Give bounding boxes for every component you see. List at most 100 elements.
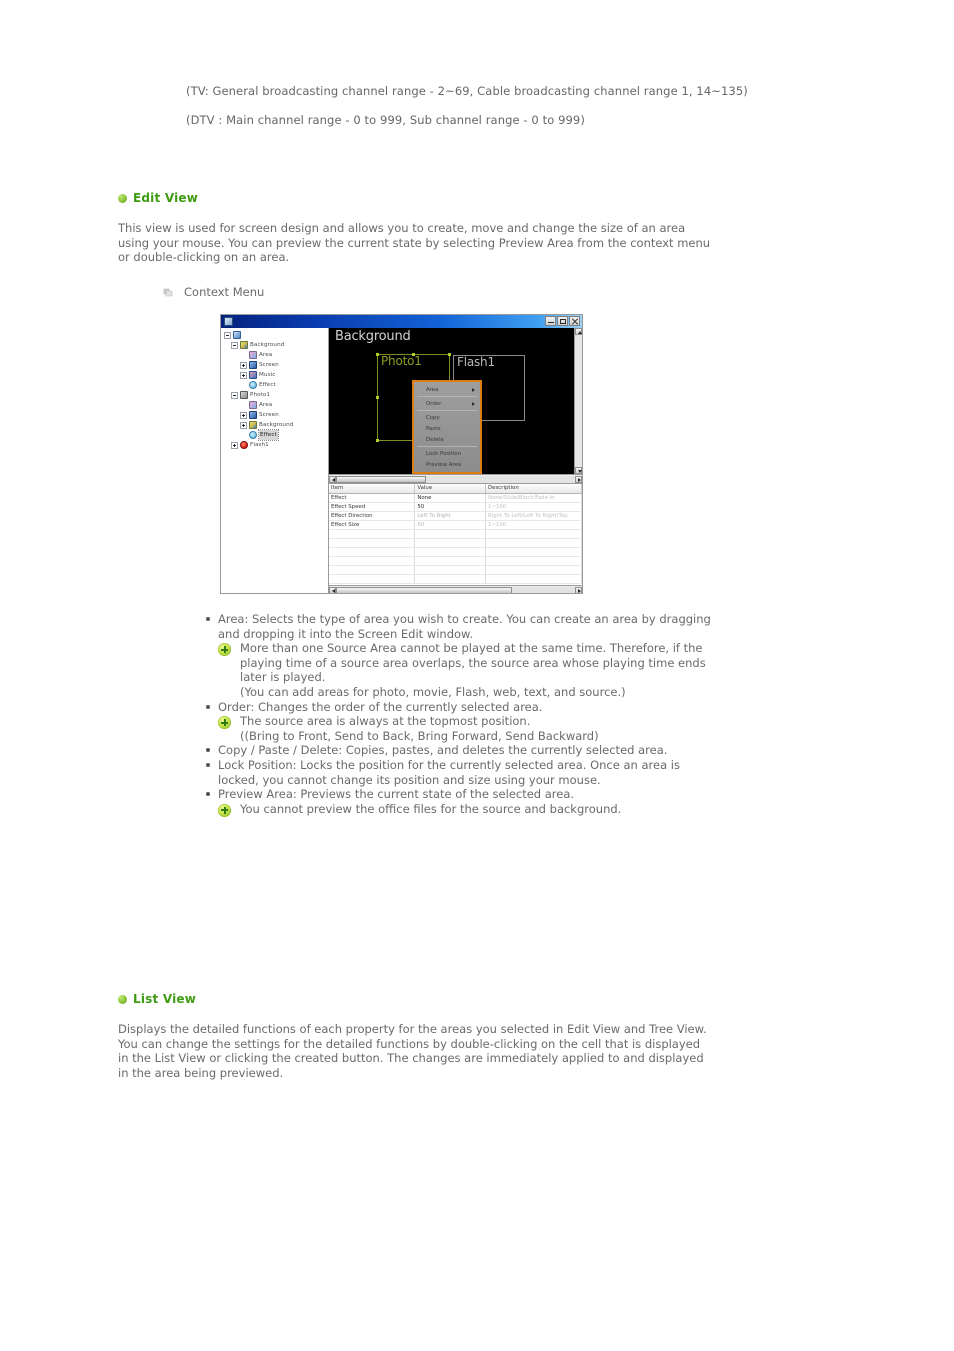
tree-item-photo1-effect[interactable]: Effect	[224, 429, 328, 441]
resize-handle-n[interactable]	[412, 353, 415, 356]
table-row-empty[interactable]	[329, 574, 582, 584]
context-menu-item-label: Lock Position	[426, 450, 461, 457]
expander-plus-icon[interactable]	[231, 441, 238, 449]
context-menu-item-copy[interactable]: Copy	[414, 412, 480, 423]
cell-value[interactable]: 50	[414, 520, 487, 530]
scrollbar-track[interactable]	[426, 475, 575, 483]
column-header-value: Value	[414, 484, 487, 494]
close-button-icon[interactable]	[569, 316, 580, 326]
tree-item-background-area[interactable]: Area	[224, 350, 328, 360]
bullet-dot-icon	[206, 748, 210, 753]
scroll-right-arrow-icon[interactable]	[575, 475, 582, 483]
tree-item-photo1[interactable]: Photo1	[224, 390, 328, 400]
tree-view-pane[interactable]: Background Area Screen Music Effect Phot…	[221, 328, 329, 593]
scroll-left-arrow-icon[interactable]	[329, 475, 336, 483]
scrollbar-track[interactable]	[512, 586, 575, 593]
edit-view-heading-label: Edit View	[133, 191, 199, 205]
expander-minus-icon[interactable]	[231, 341, 238, 349]
section-heading-list-view: List View	[118, 992, 196, 1006]
maximize-button-icon[interactable]	[557, 316, 568, 326]
table-row[interactable]: Effect Size 50 1~100	[329, 520, 582, 530]
resize-handle-w[interactable]	[376, 396, 379, 399]
tree-item-flash1[interactable]: Flash1	[224, 440, 328, 450]
expander-plus-icon[interactable]	[240, 371, 247, 379]
bullet-text: Lock Position: Locks the position for th…	[218, 757, 680, 787]
tree-item-root[interactable]	[224, 330, 328, 340]
plus-note-icon	[218, 803, 231, 817]
submenu-arrow-icon	[472, 402, 475, 406]
tree-item-label: Photo1	[250, 392, 271, 398]
context-menu-item-label: Order	[426, 400, 442, 407]
cell-empty	[414, 547, 487, 557]
bullet-item-copy-paste-delete: Copy / Paste / Delete: Copies, pastes, a…	[206, 743, 718, 758]
cell-empty	[485, 556, 582, 566]
cell-value[interactable]: 50	[414, 502, 487, 512]
context-menu-separator	[417, 396, 477, 397]
tree-item-background-effect[interactable]: Effect	[224, 380, 328, 390]
tree-item-background-music[interactable]: Music	[224, 370, 328, 380]
system-menu-icon[interactable]	[224, 317, 233, 326]
canvas-context-menu[interactable]: Area Order Copy Paste Delete Lock Positi…	[412, 380, 482, 474]
table-row[interactable]: Effect None None/Slide/Block/Fade In	[329, 493, 582, 503]
list-view-property-grid[interactable]: Item Value Description Effect None None/…	[329, 483, 582, 593]
plus-note-icon	[218, 643, 231, 657]
expander-plus-icon[interactable]	[240, 411, 247, 419]
tree-item-photo1-area[interactable]: Area	[224, 400, 328, 410]
context-menu-item-area[interactable]: Area	[414, 384, 480, 395]
tree-item-label: Screen	[259, 362, 279, 368]
canvas-vertical-scrollbar[interactable]	[574, 328, 582, 474]
context-menu-item-preview-area[interactable]: Preview Area	[414, 459, 480, 470]
cell-item: Effect	[329, 493, 416, 503]
resize-handle-nw[interactable]	[376, 353, 379, 356]
scrollbar-thumb[interactable]	[336, 586, 512, 593]
expander-minus-icon[interactable]	[224, 331, 231, 339]
table-row-empty[interactable]	[329, 529, 582, 539]
context-menu-item-lock-position[interactable]: Lock Position	[414, 448, 480, 459]
tree-item-background-screen[interactable]: Screen	[224, 360, 328, 370]
area-icon	[249, 401, 257, 409]
minimize-button-icon[interactable]	[545, 316, 556, 326]
photo-icon	[240, 391, 248, 399]
resize-handle-ne[interactable]	[448, 353, 451, 356]
app-body: Background Area Screen Music Effect Phot…	[221, 328, 582, 593]
table-row-empty[interactable]	[329, 547, 582, 557]
context-menu-item-delete[interactable]: Delete	[414, 434, 480, 445]
scrollbar-thumb[interactable]	[336, 475, 426, 483]
context-menu-item-order[interactable]: Order	[414, 398, 480, 409]
expander-plus-icon[interactable]	[240, 421, 247, 429]
context-menu-caption: Context Menu	[163, 285, 264, 299]
resize-handle-sw[interactable]	[376, 439, 379, 442]
scroll-down-arrow-icon[interactable]	[575, 467, 582, 474]
screen-edit-canvas[interactable]: Background Photo1 Flash1 Area Order Copy…	[329, 328, 574, 474]
scroll-right-arrow-icon[interactable]	[575, 586, 582, 593]
bullet-text: Copy / Paste / Delete: Copies, pastes, a…	[218, 743, 668, 758]
root-icon	[233, 331, 241, 339]
cell-value[interactable]: Left To Right	[414, 511, 487, 521]
scroll-up-arrow-icon[interactable]	[575, 328, 582, 335]
tree-item-photo1-screen[interactable]: Screen	[224, 410, 328, 420]
note-preview-area-1: You cannot preview the office files for …	[218, 802, 718, 817]
table-row-empty[interactable]	[329, 556, 582, 566]
table-row-empty[interactable]	[329, 565, 582, 575]
table-row[interactable]: Effect Direction Left To Right Right To …	[329, 511, 582, 521]
submenu-arrow-icon	[472, 388, 475, 392]
table-row-empty[interactable]	[329, 538, 582, 548]
cell-empty	[329, 547, 416, 557]
tv-channel-range-note: (TV: General broadcasting channel range …	[186, 84, 748, 98]
context-menu-item-paste[interactable]: Paste	[414, 423, 480, 434]
scroll-left-arrow-icon[interactable]	[329, 586, 336, 593]
note-text: The source area is always at the topmost…	[240, 714, 718, 743]
expander-minus-icon[interactable]	[231, 391, 238, 399]
app-titlebar	[221, 315, 582, 328]
expander-plus-icon[interactable]	[240, 361, 247, 369]
bullet-text: Area: Selects the type of area you wish …	[218, 612, 711, 641]
cell-value[interactable]: None	[414, 493, 487, 503]
canvas-horizontal-scrollbar[interactable]	[329, 474, 582, 483]
cell-empty	[485, 529, 582, 539]
table-header-row: Item Value Description	[329, 484, 582, 494]
grid-horizontal-scrollbar[interactable]	[329, 585, 582, 593]
tree-item-background[interactable]: Background	[224, 340, 328, 350]
cell-empty	[485, 574, 582, 584]
tree-item-photo1-background[interactable]: Background	[224, 420, 328, 430]
table-row[interactable]: Effect Speed 50 1~100	[329, 502, 582, 512]
